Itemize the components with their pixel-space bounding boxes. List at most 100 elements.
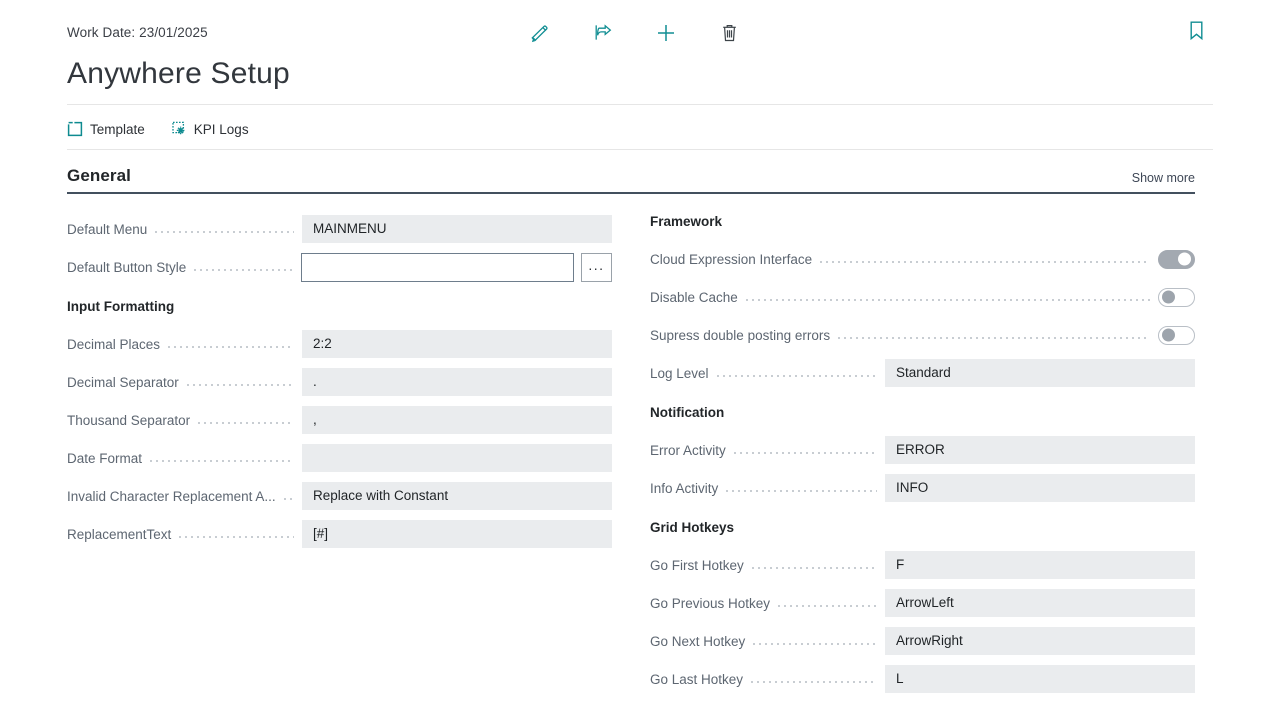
field-disable-cache: Disable Cache <box>650 278 1195 316</box>
assist-edit-button[interactable]: ... <box>581 252 612 282</box>
plus-icon <box>655 22 677 44</box>
field-go-previous-hotkey: Go Previous Hotkey ArrowLeft <box>650 584 1195 622</box>
field-label: Decimal Places <box>67 336 161 352</box>
field-error-activity: Error Activity ERROR <box>650 431 1195 469</box>
field-value[interactable]: ERROR <box>885 436 1195 464</box>
show-more-link[interactable]: Show more <box>1132 171 1195 185</box>
field-label: Default Button Style <box>67 259 187 275</box>
leader-dots <box>724 481 877 495</box>
field-label: Go First Hotkey <box>650 557 744 573</box>
field-go-next-hotkey: Go Next Hotkey ArrowRight <box>650 622 1195 660</box>
field-label: Default Menu <box>67 221 148 237</box>
work-date-label: Work Date: 23/01/2025 <box>67 25 208 40</box>
cloud-expression-interface-toggle[interactable] <box>1158 249 1195 269</box>
field-value[interactable]: INFO <box>885 474 1195 502</box>
field-label: Info Activity <box>650 480 719 496</box>
leader-dots <box>749 558 877 572</box>
share-icon <box>593 23 614 43</box>
toggle-knob <box>1162 290 1175 304</box>
field-label: Log Level <box>650 365 709 381</box>
field-value[interactable]: . <box>302 368 612 396</box>
field-log-level: Log Level Standard <box>650 354 1195 392</box>
divider-top <box>67 104 1213 105</box>
field-replacement-text: ReplacementText [#] <box>67 515 612 553</box>
edit-icon <box>530 23 550 43</box>
field-value[interactable] <box>302 444 612 472</box>
page-root: Work Date: 23/01/2025 Anywhere Setup Tem… <box>0 0 1280 720</box>
bookmark-button[interactable] <box>1183 18 1209 48</box>
field-value[interactable]: 2:2 <box>302 330 612 358</box>
leader-dots <box>731 443 877 457</box>
leader-dots <box>192 260 293 274</box>
field-info-activity: Info Activity INFO <box>650 469 1195 507</box>
leader-dots <box>751 634 877 648</box>
kpi-logs-icon <box>171 121 187 137</box>
field-value[interactable]: MAINMENU <box>302 215 612 243</box>
field-label: Disable Cache <box>650 289 738 305</box>
divider-bottom <box>67 149 1213 150</box>
page-title: Anywhere Setup <box>67 57 290 90</box>
field-value[interactable]: L <box>885 665 1195 693</box>
field-label: Go Next Hotkey <box>650 633 746 649</box>
new-button[interactable] <box>651 18 681 48</box>
field-label: Go Previous Hotkey <box>650 595 771 611</box>
leader-dots <box>148 451 294 465</box>
field-invalid-character-replacement: Invalid Character Replacement A... Repla… <box>67 477 612 515</box>
group-title-framework: Framework <box>650 214 723 229</box>
tab-template[interactable]: Template <box>67 121 145 137</box>
right-column: Framework Cloud Expression Interface Dis… <box>650 210 1195 698</box>
leader-dots <box>281 489 294 503</box>
field-label: Error Activity <box>650 442 726 458</box>
default-button-style-input[interactable] <box>301 252 574 282</box>
field-value[interactable]: ArrowLeft <box>885 589 1195 617</box>
leader-dots <box>177 527 294 541</box>
leader-dots <box>153 222 294 236</box>
leader-dots <box>166 337 294 351</box>
tab-template-label: Template <box>90 121 145 137</box>
disable-cache-toggle[interactable] <box>1158 287 1195 307</box>
leader-dots <box>818 252 1150 266</box>
field-value[interactable]: [#] <box>302 520 612 548</box>
edit-button[interactable] <box>525 18 555 48</box>
group-title-input-formatting: Input Formatting <box>67 299 175 314</box>
field-label: Thousand Separator <box>67 412 191 428</box>
left-column: Default Menu MAINMENU Default Button Sty… <box>67 210 612 553</box>
field-label: Supress double posting errors <box>650 327 831 343</box>
tab-kpi-logs-label: KPI Logs <box>193 121 249 137</box>
field-value[interactable]: Replace with Constant <box>302 482 612 510</box>
field-value[interactable]: Standard <box>885 359 1195 387</box>
toggle-knob <box>1178 252 1191 266</box>
share-button[interactable] <box>588 18 618 48</box>
leader-dots <box>743 290 1150 304</box>
field-label: Date Format <box>67 450 143 466</box>
supress-double-posting-errors-toggle[interactable] <box>1158 325 1195 345</box>
leader-dots <box>749 672 877 686</box>
field-default-menu: Default Menu MAINMENU <box>67 210 612 248</box>
group-title-grid-hotkeys: Grid Hotkeys <box>650 520 735 535</box>
leader-dots <box>836 328 1150 342</box>
section-title: General <box>67 166 132 185</box>
field-label: ReplacementText <box>67 526 172 542</box>
field-label: Decimal Separator <box>67 374 179 390</box>
leader-dots <box>184 375 294 389</box>
toggle-knob <box>1162 328 1175 342</box>
leader-dots <box>196 413 294 427</box>
field-decimal-separator: Decimal Separator . <box>67 363 612 401</box>
field-value[interactable]: F <box>885 551 1195 579</box>
field-go-last-hotkey: Go Last Hotkey L <box>650 660 1195 698</box>
delete-button[interactable] <box>714 18 744 48</box>
field-decimal-places: Decimal Places 2:2 <box>67 325 612 363</box>
field-cloud-expression-interface: Cloud Expression Interface <box>650 240 1195 278</box>
field-supress-double-posting-errors: Supress double posting errors <box>650 316 1195 354</box>
section-rule <box>67 192 1195 194</box>
field-value[interactable]: , <box>302 406 612 434</box>
tab-bar: Template KPI Logs <box>67 116 249 142</box>
trash-icon <box>720 23 739 43</box>
template-icon <box>67 121 83 137</box>
field-label: Go Last Hotkey <box>650 671 744 687</box>
field-thousand-separator: Thousand Separator , <box>67 401 612 439</box>
field-value[interactable]: ArrowRight <box>885 627 1195 655</box>
field-date-format: Date Format <box>67 439 612 477</box>
field-go-first-hotkey: Go First Hotkey F <box>650 546 1195 584</box>
tab-kpi-logs[interactable]: KPI Logs <box>171 121 249 137</box>
